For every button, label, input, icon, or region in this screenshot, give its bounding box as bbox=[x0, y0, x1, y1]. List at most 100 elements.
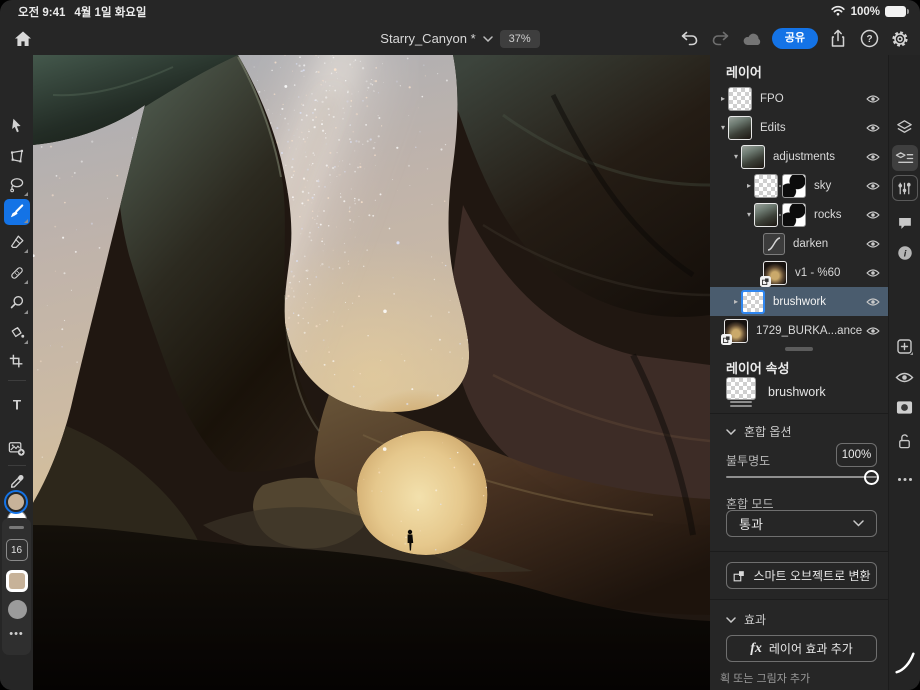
help-button[interactable]: ? bbox=[858, 28, 880, 50]
fx-icon: fx bbox=[750, 640, 762, 656]
toolbar-divider bbox=[7, 380, 26, 381]
group-collapsed-triangle-icon[interactable]: ▸ bbox=[744, 181, 754, 190]
convert-smart-object-button[interactable]: 스마트 오브젝트로 변환 bbox=[726, 562, 877, 589]
layer-thumbnail[interactable] bbox=[721, 318, 748, 345]
layer-name: Edits bbox=[760, 121, 786, 134]
more-layer-options-button[interactable] bbox=[895, 469, 915, 489]
layer-visibility-toggle[interactable] bbox=[862, 152, 884, 162]
layer-properties-title: 레이어 속성 bbox=[726, 361, 790, 376]
layer-visibility-toggle[interactable] bbox=[862, 94, 884, 104]
document-canvas[interactable] bbox=[33, 55, 710, 690]
layer-visibility-toggle[interactable] bbox=[862, 210, 884, 220]
place-photo-tool-button[interactable] bbox=[7, 438, 27, 458]
eyedropper-tool-button[interactable] bbox=[7, 472, 27, 492]
layer-row[interactable]: ▸ FPO bbox=[710, 84, 888, 113]
more-brush-options-button[interactable]: ••• bbox=[2, 628, 31, 640]
panel-drag-handle[interactable] bbox=[9, 526, 24, 529]
layer-row[interactable]: ▸ brushwork bbox=[710, 287, 888, 316]
selected-layer-name: brushwork bbox=[768, 385, 826, 399]
layers-panel-button[interactable] bbox=[895, 117, 915, 137]
layer-thumbnail[interactable] bbox=[754, 202, 778, 227]
app-toolbar: Starry_Canyon * 37% 공유 ? bbox=[0, 22, 920, 55]
layer-thumbnail[interactable] bbox=[741, 289, 765, 314]
move-tool-button[interactable] bbox=[7, 116, 27, 136]
add-mask-button[interactable] bbox=[895, 397, 915, 417]
fill-tool-button[interactable] bbox=[7, 323, 28, 344]
layer-thumbnail[interactable] bbox=[728, 115, 752, 140]
tool-flyout-indicator bbox=[23, 280, 28, 284]
layer-row[interactable]: ▸ sky bbox=[710, 171, 888, 200]
adjustment-layer-thumbnail[interactable] bbox=[763, 232, 785, 255]
add-layer-effect-button[interactable]: fx 레이어 효과 추가 bbox=[726, 635, 877, 662]
panel-resize-handle[interactable] bbox=[785, 347, 813, 351]
group-expanded-triangle-icon[interactable]: ▾ bbox=[744, 210, 754, 219]
redo-button[interactable] bbox=[710, 28, 732, 50]
layer-visibility-toggle[interactable] bbox=[862, 123, 884, 133]
share-button[interactable]: 공유 bbox=[771, 28, 818, 49]
layer-row[interactable]: v1 - %60 bbox=[710, 258, 888, 287]
layer-visibility-toggle[interactable] bbox=[862, 181, 884, 191]
add-layer-button[interactable] bbox=[895, 337, 915, 357]
layer-visibility-button[interactable] bbox=[895, 367, 915, 387]
transform-tool-button[interactable] bbox=[7, 147, 27, 167]
brush-color-swatch[interactable] bbox=[5, 570, 28, 592]
effects-header[interactable]: 효과 bbox=[726, 611, 766, 628]
title-chevron-icon[interactable] bbox=[482, 35, 493, 42]
chevron-down-icon bbox=[726, 616, 736, 623]
layer-row[interactable]: 1729_BURKA...anced-NR33 bbox=[710, 316, 888, 345]
layer-properties-panel-button[interactable] bbox=[895, 148, 915, 168]
layer-thumbnail[interactable] bbox=[728, 86, 752, 111]
export-button[interactable] bbox=[827, 28, 849, 50]
healing-brush-tool-button[interactable] bbox=[7, 263, 28, 284]
layer-mask-thumbnail[interactable] bbox=[782, 173, 806, 198]
corner-swipe-indicator[interactable] bbox=[894, 650, 915, 676]
layer-visibility-toggle[interactable] bbox=[862, 297, 884, 307]
layer-name: brushwork bbox=[773, 295, 827, 308]
layer-thumbnail[interactable] bbox=[760, 260, 787, 287]
layer-row[interactable]: ▾ adjustments bbox=[710, 142, 888, 171]
zoom-level-badge[interactable]: 37% bbox=[499, 29, 540, 48]
undo-button[interactable] bbox=[679, 28, 701, 50]
blend-options-header[interactable]: 혼합 옵션 bbox=[726, 423, 792, 440]
svg-text:T: T bbox=[12, 398, 21, 413]
ellipsis-icon bbox=[897, 477, 912, 481]
adjustments-panel-button[interactable] bbox=[895, 178, 915, 198]
type-tool-button[interactable]: T bbox=[7, 395, 27, 415]
layer-visibility-toggle[interactable] bbox=[862, 268, 884, 278]
eraser-tool-button[interactable] bbox=[7, 232, 28, 253]
layer-mask-thumbnail[interactable] bbox=[782, 202, 806, 227]
group-expanded-triangle-icon[interactable]: ▾ bbox=[731, 152, 741, 161]
opacity-slider-track[interactable] bbox=[726, 476, 877, 478]
brush-tool-button[interactable] bbox=[7, 202, 28, 223]
curves-adjustment-icon bbox=[767, 236, 781, 251]
lock-layer-button[interactable] bbox=[895, 431, 915, 451]
blend-mode-dropdown[interactable]: 통과 bbox=[726, 510, 877, 537]
layer-name: 1729_BURKA...anced-NR33 bbox=[756, 324, 862, 337]
lasso-select-tool-button[interactable] bbox=[7, 175, 28, 196]
comments-button[interactable] bbox=[895, 213, 915, 233]
group-expanded-triangle-icon[interactable]: ▾ bbox=[718, 123, 728, 132]
layer-row[interactable]: ▾ rocks bbox=[710, 200, 888, 229]
crop-tool-button[interactable] bbox=[7, 352, 27, 372]
opacity-slider-knob[interactable] bbox=[864, 469, 879, 485]
foreground-color-chip[interactable] bbox=[6, 492, 26, 512]
cloud-sync-button[interactable] bbox=[741, 28, 763, 50]
group-collapsed-triangle-icon[interactable]: ▸ bbox=[731, 297, 741, 306]
layer-row[interactable]: ▾ Edits bbox=[710, 113, 888, 142]
layer-thumbnail[interactable] bbox=[741, 144, 765, 169]
group-collapsed-triangle-icon[interactable]: ▸ bbox=[718, 94, 728, 103]
home-button[interactable] bbox=[13, 29, 33, 49]
layer-row[interactable]: darken bbox=[710, 229, 888, 258]
gear-icon bbox=[892, 30, 908, 47]
settings-button[interactable] bbox=[889, 28, 911, 50]
toolbar-divider bbox=[7, 465, 26, 466]
brush-size-value[interactable]: 16 bbox=[5, 539, 28, 561]
brush-opacity-control[interactable] bbox=[7, 600, 27, 619]
magnifier-tool-button[interactable] bbox=[7, 293, 28, 314]
info-button[interactable]: i bbox=[895, 243, 915, 263]
opacity-value-box[interactable]: 100% bbox=[836, 443, 877, 467]
eye-icon bbox=[895, 372, 914, 382]
layer-thumbnail[interactable] bbox=[754, 173, 778, 198]
layer-visibility-toggle[interactable] bbox=[862, 239, 884, 249]
layer-visibility-toggle[interactable] bbox=[862, 326, 884, 336]
